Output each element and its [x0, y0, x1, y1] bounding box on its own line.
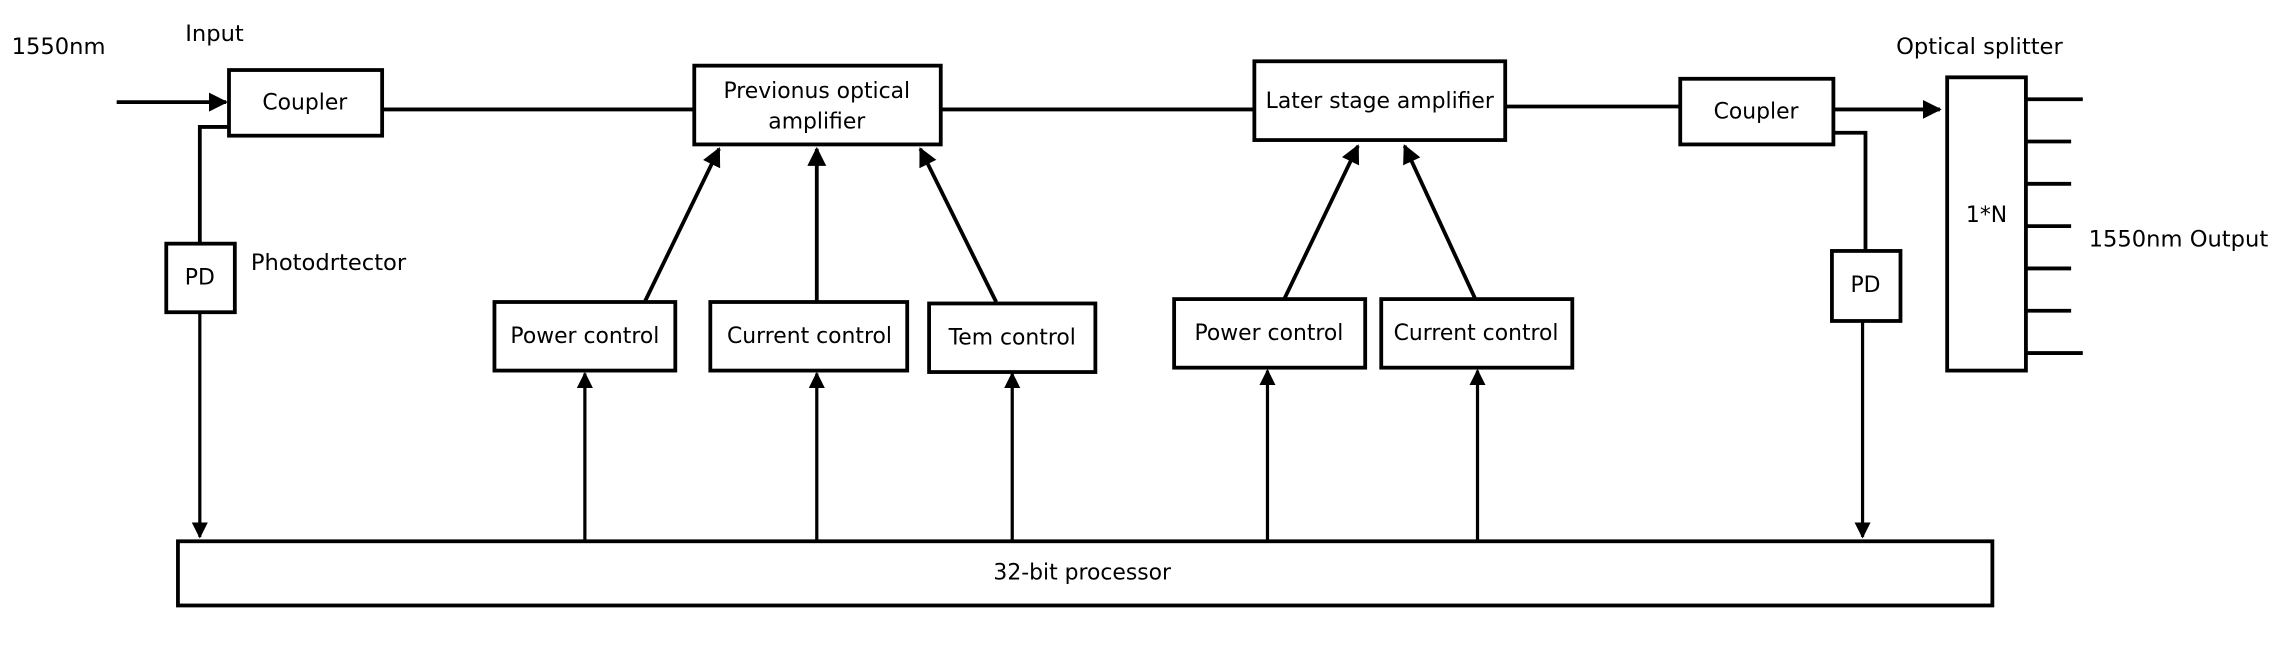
splitter-label: 1*N [1966, 203, 2007, 228]
tem-control-label: Tem control [948, 325, 1076, 350]
coupler-in-block: Coupler [227, 68, 385, 138]
arrow-power1-to-preamp [642, 147, 721, 303]
pd-in-label: PD [185, 266, 215, 291]
coupler-out-block: Coupler [1678, 76, 1836, 147]
block-diagram: 1550nm Input Photodrtector Optical split… [12, 21, 2269, 608]
pre-amp-label-line2: amplifier [768, 110, 865, 135]
wire-coupler-to-pd-in [197, 125, 229, 244]
arrow-current2-to-later [1402, 144, 1478, 302]
coupler-out-label: Coupler [1714, 99, 1799, 124]
current-control-2-label: Current control [1394, 321, 1559, 346]
arrow-power2-to-later [1281, 144, 1360, 302]
later-amplifier-block: Later stage amplifier [1252, 59, 1508, 142]
wire-coupler-to-pd-out [1833, 130, 1868, 251]
input-wavelength-label: 1550nm [12, 34, 106, 60]
pd-out-block: PD [1830, 249, 1903, 323]
pre-amplifier-block: Previonus optical amplifier [692, 63, 943, 147]
coupler-in-label: Coupler [262, 91, 347, 116]
current-control-1-block: Current control [708, 300, 910, 373]
power-control-2-block: Power control [1172, 297, 1368, 370]
processor-label: 32-bit processor [993, 560, 1171, 585]
output-label: 1550nm Output [2089, 227, 2269, 253]
processor-block: 32-bit processor [176, 539, 1995, 608]
current-control-1-label: Current control [727, 324, 892, 349]
input-label: Input [185, 21, 244, 47]
photodetector-label: Photodrtector [251, 250, 407, 276]
pre-amp-label-line1: Previonus optical [723, 79, 910, 104]
splitter-block: 1*N [1945, 75, 2028, 373]
optical-splitter-label: Optical splitter [1896, 34, 2063, 60]
tem-control-block: Tem control [927, 301, 1098, 374]
splitter-outputs [2025, 97, 2083, 355]
later-amp-label: Later stage amplifier [1266, 89, 1494, 114]
pd-out-label: PD [1850, 273, 1880, 298]
power-control-1-label: Power control [510, 324, 659, 349]
power-control-1-block: Power control [492, 300, 678, 373]
current-control-2-block: Current control [1379, 297, 1575, 370]
arrow-tem-to-preamp [918, 147, 998, 303]
pd-in-block: PD [164, 241, 237, 315]
power-control-2-label: Power control [1194, 321, 1343, 346]
